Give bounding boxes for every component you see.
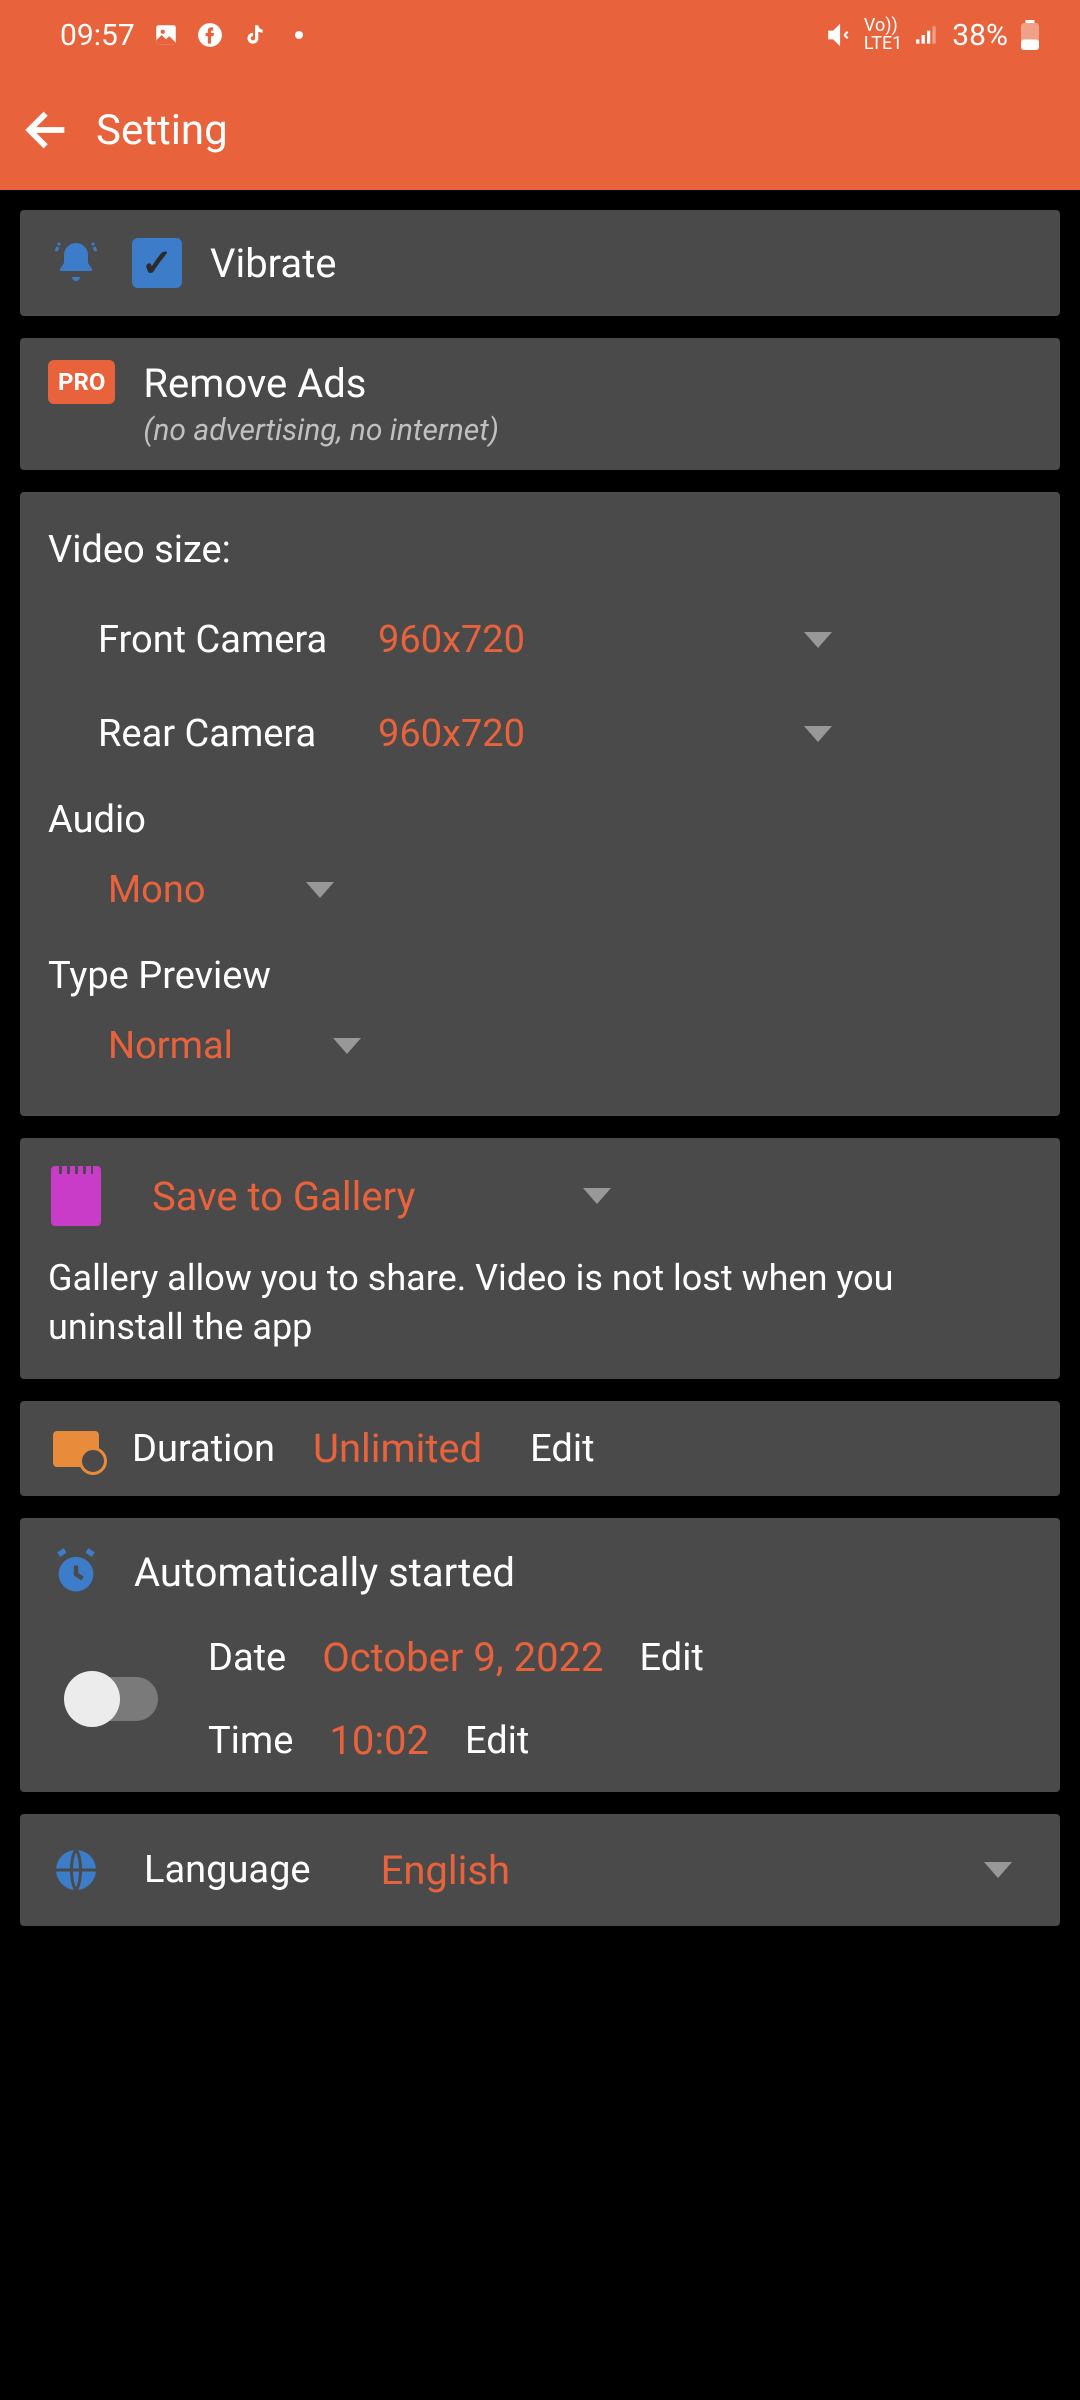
vibrate-label: Vibrate: [210, 240, 336, 287]
auto-date-label: Date: [208, 1636, 286, 1680]
toggle-knob: [64, 1671, 120, 1727]
storage-label: Save to Gallery: [152, 1173, 415, 1220]
bell-icon: [52, 239, 100, 287]
vibrate-checkbox[interactable]: ✓: [132, 238, 182, 288]
remove-ads-card[interactable]: PRO Remove Ads (no advertising, no inter…: [20, 338, 1060, 470]
auto-start-title: Automatically started: [134, 1549, 515, 1596]
rear-camera-label: Rear Camera: [98, 712, 348, 756]
auto-time-edit-button[interactable]: Edit: [465, 1719, 529, 1763]
storage-card: Save to Gallery Gallery allow you to sha…: [20, 1138, 1060, 1379]
rear-camera-value: 960x720: [378, 712, 525, 756]
audio-row[interactable]: Mono: [48, 856, 1032, 924]
chevron-down-icon: [306, 882, 334, 898]
chevron-down-icon: [984, 1862, 1012, 1878]
preview-value: Normal: [108, 1024, 233, 1068]
front-camera-label: Front Camera: [98, 618, 348, 662]
battery-percent: 38%: [952, 18, 1008, 53]
facebook-indicator-icon: [197, 22, 223, 48]
duration-card: Duration Unlimited Edit: [20, 1401, 1060, 1496]
status-left: 09:57: [60, 18, 303, 53]
sd-card-icon: [51, 1166, 101, 1226]
auto-start-toggle[interactable]: [68, 1677, 158, 1721]
language-value: English: [381, 1847, 510, 1894]
chevron-down-icon: [583, 1188, 611, 1204]
duration-edit-button[interactable]: Edit: [530, 1427, 594, 1471]
duration-icon: [53, 1431, 99, 1467]
audio-value: Mono: [108, 868, 206, 912]
back-arrow-icon[interactable]: [20, 102, 76, 158]
audio-title: Audio: [48, 798, 1032, 842]
content: ✓ Vibrate PRO Remove Ads (no advertising…: [0, 190, 1080, 1946]
auto-start-card: Automatically started Date October 9, 20…: [20, 1518, 1060, 1792]
remove-ads-subtitle: (no advertising, no internet): [143, 413, 499, 448]
app-bar: Setting: [0, 70, 1080, 190]
status-right: Vo))LTE1 38%: [826, 17, 1040, 53]
video-size-title: Video size:: [48, 528, 1032, 572]
status-time: 09:57: [60, 18, 135, 53]
storage-description: Gallery allow you to share. Video is not…: [48, 1254, 1032, 1351]
mute-icon: [826, 22, 852, 48]
front-camera-value: 960x720: [378, 618, 525, 662]
vibrate-card[interactable]: ✓ Vibrate: [20, 210, 1060, 316]
chevron-down-icon: [804, 632, 832, 648]
chevron-down-icon: [804, 726, 832, 742]
storage-row[interactable]: Save to Gallery: [48, 1166, 1032, 1226]
auto-date-edit-button[interactable]: Edit: [640, 1636, 704, 1680]
status-bar: 09:57 Vo))LTE1 38%: [0, 0, 1080, 70]
battery-icon: [1020, 20, 1040, 50]
rear-camera-row[interactable]: Rear Camera 960x720: [48, 700, 1032, 768]
remove-ads-title: Remove Ads: [143, 360, 499, 407]
video-settings-card: Video size: Front Camera 960x720 Rear Ca…: [20, 492, 1060, 1116]
tiktok-indicator-icon: [241, 22, 267, 48]
duration-label: Duration: [132, 1427, 275, 1471]
auto-time-value: 10:02: [329, 1717, 429, 1764]
front-camera-row[interactable]: Front Camera 960x720: [48, 606, 1032, 674]
language-label: Language: [144, 1848, 311, 1892]
page-title: Setting: [96, 106, 228, 155]
chevron-down-icon: [333, 1038, 361, 1054]
preview-row[interactable]: Normal: [48, 1012, 1032, 1080]
pro-badge: PRO: [48, 360, 115, 404]
signal-icon: [914, 22, 940, 48]
volte-indicator: Vo))LTE1: [864, 17, 902, 53]
duration-value: Unlimited: [313, 1425, 482, 1472]
dot-indicator-icon: [295, 31, 303, 39]
gallery-indicator-icon: [153, 22, 179, 48]
auto-time-label: Time: [208, 1719, 293, 1763]
language-card[interactable]: Language English: [20, 1814, 1060, 1926]
checkmark-icon: ✓: [141, 241, 173, 286]
preview-title: Type Preview: [48, 954, 1032, 998]
globe-icon: [52, 1846, 100, 1894]
alarm-clock-icon: [50, 1546, 102, 1598]
auto-date-value: October 9, 2022: [322, 1634, 603, 1681]
